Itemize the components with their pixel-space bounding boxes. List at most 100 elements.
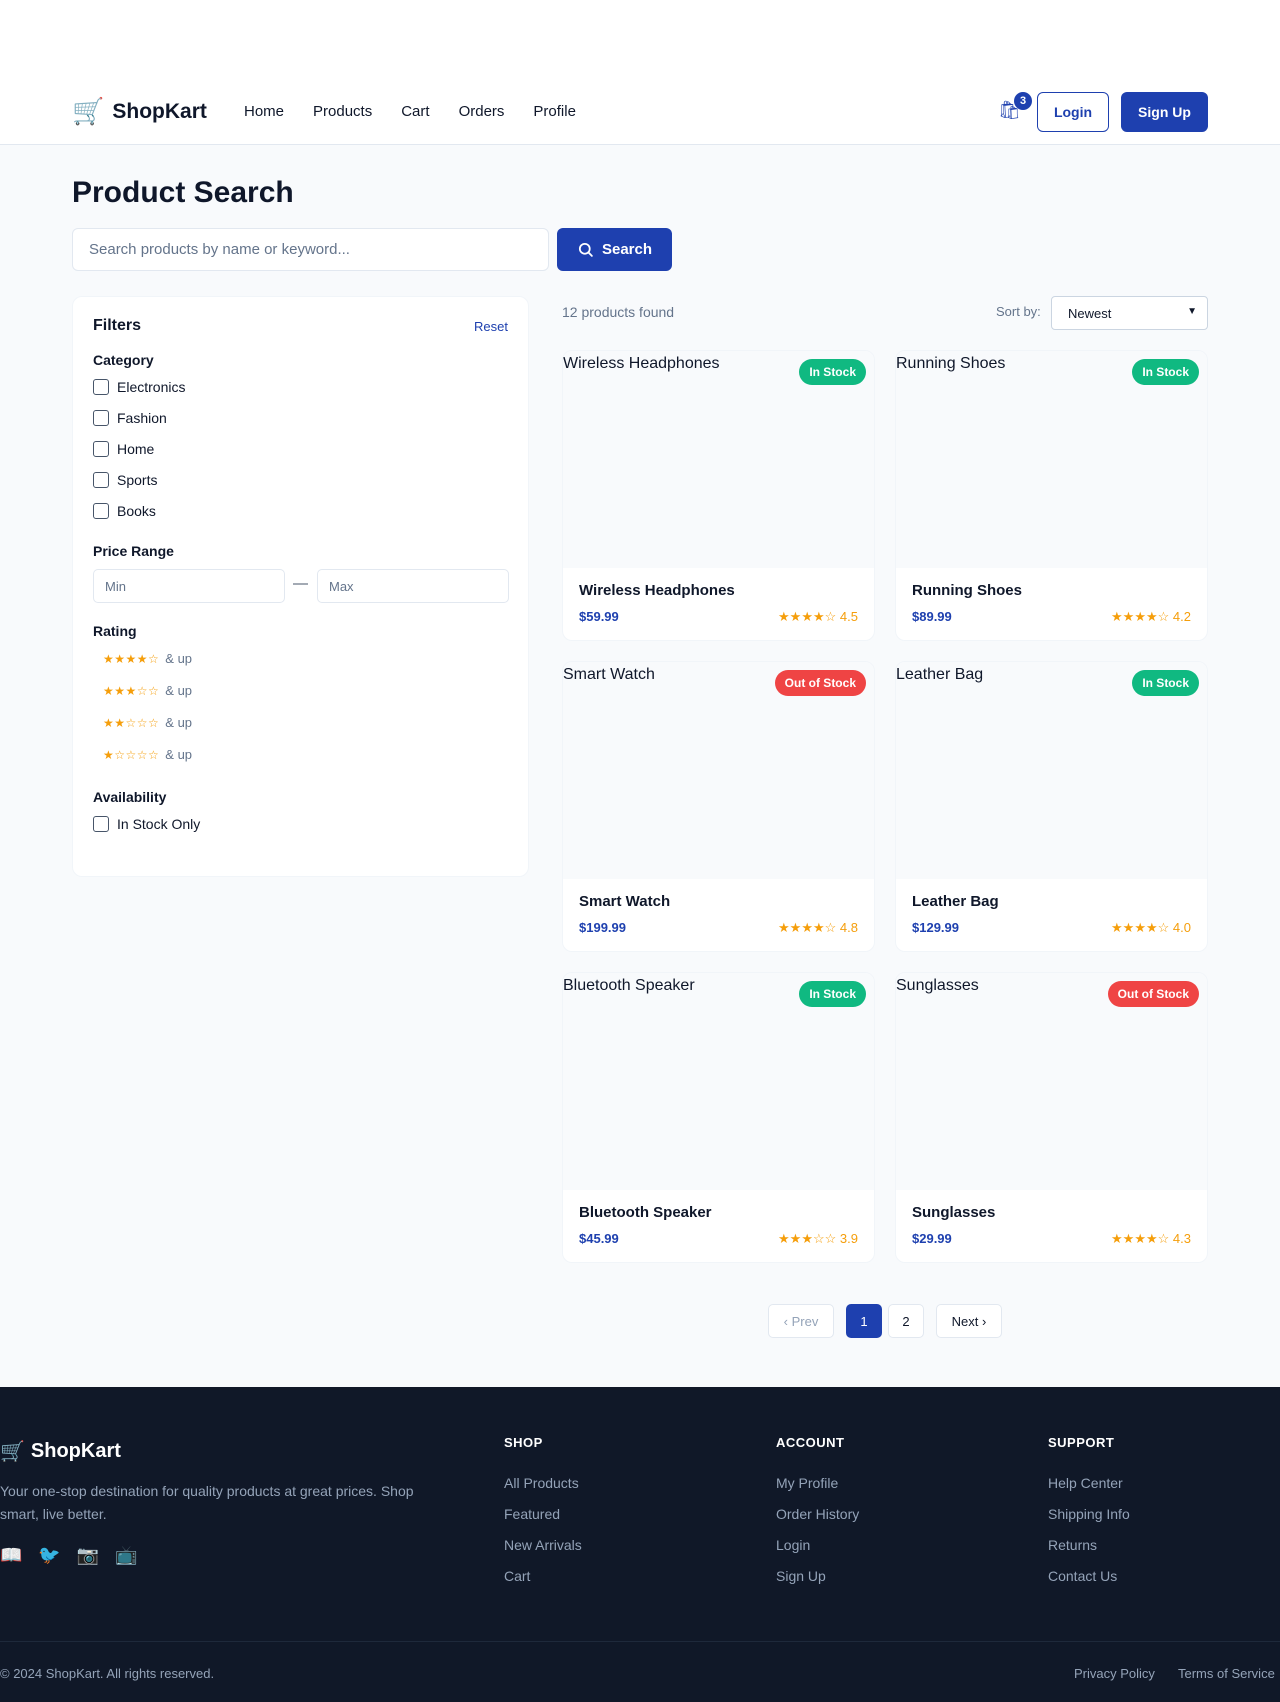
next-page-button[interactable]: Next › [936, 1304, 1002, 1338]
product-card[interactable]: Bluetooth Speaker In Stock Bluetooth Spe… [562, 972, 875, 1263]
rating-option-3[interactable]: ★★★☆☆ & up [103, 683, 192, 698]
checkbox[interactable] [93, 441, 109, 457]
tv-icon[interactable]: 📺 [115, 1545, 137, 1566]
category-fashion[interactable]: Fashion [93, 410, 167, 426]
category-sports[interactable]: Sports [93, 472, 157, 488]
footer-link[interactable]: Featured [504, 1506, 582, 1522]
in-stock-only-filter[interactable]: In Stock Only [93, 816, 200, 832]
camera-icon[interactable]: 📷 [77, 1545, 99, 1566]
stock-badge: In Stock [799, 981, 866, 1007]
book-icon[interactable]: 📖 [0, 1545, 22, 1566]
signup-button[interactable]: Sign Up [1121, 92, 1208, 132]
reset-filters-link[interactable]: Reset [474, 319, 508, 334]
product-name[interactable]: Leather Bag [912, 893, 999, 910]
nav-profile[interactable]: Profile [533, 103, 576, 120]
star-icons: ★★★★☆ [1111, 1231, 1170, 1246]
category-books[interactable]: Books [93, 503, 156, 519]
search-icon [578, 242, 593, 257]
chevron-down-icon: ▼ [1187, 306, 1197, 317]
nav-orders[interactable]: Orders [459, 103, 505, 120]
cart-button[interactable]: 🛍 3 [998, 92, 1032, 126]
rating-option-4[interactable]: ★★★★☆ & up [103, 651, 192, 666]
product-name[interactable]: Running Shoes [912, 582, 1022, 599]
rating-option-1[interactable]: ★☆☆☆☆ & up [103, 747, 192, 762]
footer-link[interactable]: Sign Up [776, 1568, 859, 1584]
footer-account-column: ACCOUNT My Profile Order History Login S… [776, 1435, 859, 1599]
product-card[interactable]: Running Shoes In Stock Running Shoes $89… [895, 350, 1208, 641]
product-rating: ★★★★☆ 4.5 [778, 609, 858, 625]
prev-page-button[interactable]: ‹ Prev [768, 1304, 834, 1338]
sort-select[interactable]: Newest ▼ [1051, 296, 1208, 330]
footer-link[interactable]: All Products [504, 1475, 582, 1491]
stock-badge: Out of Stock [1107, 981, 1199, 1007]
image-alt-text: Leather Bag [896, 666, 984, 683]
product-name[interactable]: Sunglasses [912, 1204, 995, 1221]
brand-logo[interactable]: 🛒 ShopKart [72, 96, 207, 127]
footer-link[interactable]: New Arrivals [504, 1537, 582, 1553]
checkbox[interactable] [93, 379, 109, 395]
category-electronics[interactable]: Electronics [93, 379, 185, 395]
footer-link[interactable]: Shipping Info [1048, 1506, 1130, 1522]
product-rating: ★★★☆☆ 3.9 [778, 1231, 858, 1247]
nav-cart[interactable]: Cart [401, 103, 429, 120]
page-1-button[interactable]: 1 [846, 1304, 882, 1338]
checkbox-label: Books [117, 503, 156, 519]
nav-home[interactable]: Home [244, 103, 284, 120]
star-icons: ★★★★☆ [778, 920, 837, 935]
footer-link[interactable]: Help Center [1048, 1475, 1130, 1491]
checkbox-label: Home [117, 441, 155, 457]
footer-brand-name: ShopKart [30, 1440, 121, 1462]
product-price: $129.99 [912, 920, 959, 935]
checkbox[interactable] [93, 472, 109, 488]
footer-link[interactable]: My Profile [776, 1475, 859, 1491]
checkbox[interactable] [93, 410, 109, 426]
page-title: Product Search [72, 176, 294, 209]
price-separator: — [293, 575, 308, 592]
rating-suffix: & up [165, 683, 193, 698]
product-name[interactable]: Wireless Headphones [579, 582, 735, 599]
rating-option-2[interactable]: ★★☆☆☆ & up [103, 715, 192, 730]
footer-link[interactable]: Contact Us [1048, 1568, 1130, 1584]
footer-column-title: SHOP [504, 1435, 543, 1450]
top-spacer [0, 0, 1280, 72]
image-alt-text: Smart Watch [563, 666, 655, 683]
product-price: $89.99 [912, 609, 952, 624]
product-rating: ★★★★☆ 4.0 [1111, 920, 1191, 936]
star-icons: ★★★☆☆ [778, 1231, 837, 1246]
footer-link[interactable]: Cart [504, 1568, 582, 1584]
product-card[interactable]: Leather Bag In Stock Leather Bag $129.99… [895, 661, 1208, 952]
footer-link[interactable]: Order History [776, 1506, 859, 1522]
privacy-policy-link[interactable]: Privacy Policy [1074, 1666, 1155, 1681]
product-name[interactable]: Bluetooth Speaker [579, 1204, 712, 1221]
checkbox[interactable] [93, 816, 109, 832]
filters-title: Filters [93, 317, 142, 334]
price-min-input[interactable] [93, 569, 285, 603]
price-max-input[interactable] [317, 569, 509, 603]
product-card[interactable]: Wireless Headphones In Stock Wireless He… [562, 350, 875, 641]
product-card[interactable]: Sunglasses Out of Stock Sunglasses $29.9… [895, 972, 1208, 1263]
nav-products[interactable]: Products [313, 103, 372, 120]
star-icons: ★★★★☆ [778, 609, 837, 624]
filters-panel: Filters Reset Category Electronics Fashi… [72, 296, 529, 877]
product-rating: ★★★★☆ 4.3 [1111, 1231, 1191, 1247]
footer-brand[interactable]: 🛒 ShopKart [0, 1439, 121, 1464]
product-card[interactable]: Smart Watch Out of Stock Smart Watch $19… [562, 661, 875, 952]
product-name[interactable]: Smart Watch [579, 893, 670, 910]
checkbox[interactable] [93, 503, 109, 519]
category-home[interactable]: Home [93, 441, 154, 457]
star-icons: ★★★☆☆ [103, 683, 160, 698]
product-rating: ★★★★☆ 4.2 [1111, 609, 1191, 625]
star-icons: ★★★★☆ [103, 651, 160, 666]
footer-link[interactable]: Login [776, 1537, 859, 1553]
main-nav: Home Products Cart Orders Profile [244, 103, 576, 120]
search-button[interactable]: Search [557, 228, 672, 271]
image-alt-text: Bluetooth Speaker [563, 977, 695, 994]
search-input[interactable] [72, 228, 549, 271]
terms-link[interactable]: Terms of Service [1178, 1666, 1275, 1681]
shopping-cart-icon: 🛒 [72, 96, 105, 126]
page-2-button[interactable]: 2 [888, 1304, 924, 1338]
bird-icon[interactable]: 🐦 [38, 1545, 60, 1566]
footer-link[interactable]: Returns [1048, 1537, 1130, 1553]
footer-support-column: SUPPORT Help Center Shipping Info Return… [1048, 1435, 1130, 1599]
login-button[interactable]: Login [1037, 92, 1109, 132]
